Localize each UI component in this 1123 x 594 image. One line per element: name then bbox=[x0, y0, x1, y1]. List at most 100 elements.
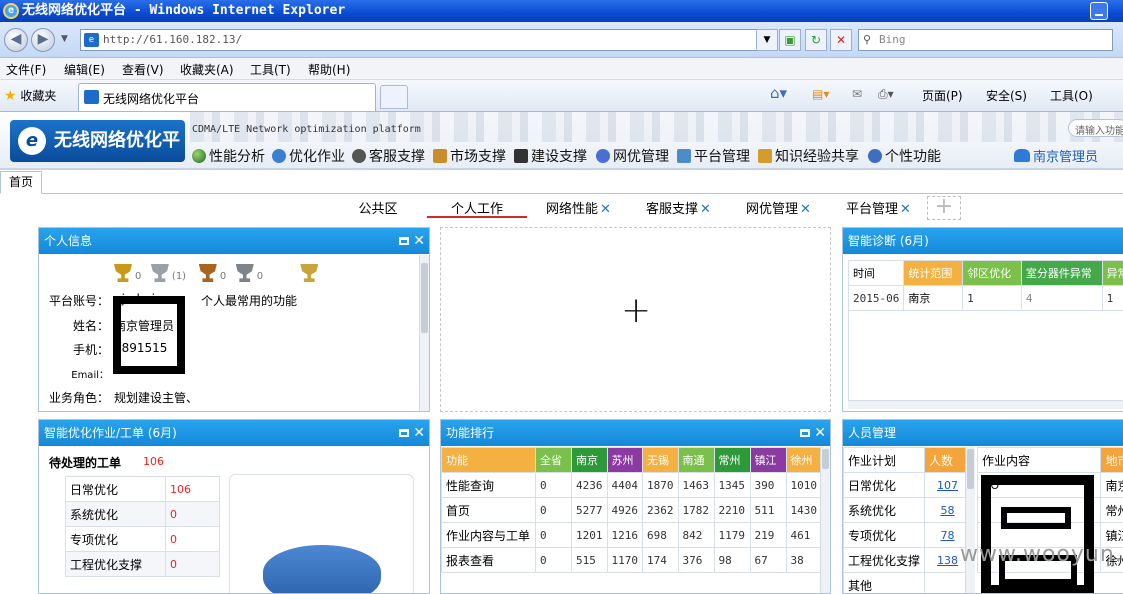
table-row: 日常优化107 bbox=[844, 473, 971, 498]
page-tab-strip: 首页 bbox=[0, 170, 1123, 194]
silver-trophy-icon bbox=[151, 264, 169, 282]
function-search-input[interactable]: 请输入功能 bbox=[1068, 119, 1123, 137]
tab-network-mgmt[interactable]: 网优管理✕ bbox=[746, 198, 810, 218]
minimize-button[interactable] bbox=[1090, 2, 1108, 20]
menu-help[interactable]: 帮助(H) bbox=[308, 61, 350, 78]
pending-label: 待处理的工单 bbox=[49, 454, 121, 471]
menu-file[interactable]: 文件(F) bbox=[6, 61, 46, 78]
maximize-icon[interactable] bbox=[399, 237, 409, 245]
column-header: 时间 bbox=[849, 261, 904, 286]
favorite-features-label: 个人最常用的功能 bbox=[201, 292, 297, 309]
staff-plan-table: 作业计划 人数 日常优化107 系统优化58 专项优化78 工程优化支撑138 … bbox=[843, 447, 971, 594]
close-icon[interactable]: ✕ bbox=[700, 202, 711, 217]
maximize-icon[interactable] bbox=[800, 429, 810, 437]
tab-platform-mgmt[interactable]: 平台管理✕ bbox=[846, 198, 910, 218]
table-header-row: 作业内容 地市 bbox=[978, 448, 1123, 473]
panel-header: 智能优化作业/工单 (6月) ✕ bbox=[39, 420, 429, 446]
browser-tab[interactable]: 无线网络优化平台 bbox=[78, 83, 376, 111]
menu-tools[interactable]: 工具(T) bbox=[250, 61, 291, 78]
home-icon[interactable]: ⌂▾ bbox=[770, 84, 787, 102]
rss-icon[interactable]: ▤▾ bbox=[812, 87, 829, 101]
current-user[interactable]: 南京管理员 bbox=[1014, 146, 1098, 165]
menu-view[interactable]: 查看(V) bbox=[122, 61, 164, 78]
table-row: 工程优化支撑0 bbox=[66, 552, 220, 577]
tab-public[interactable]: 公共区 bbox=[358, 198, 398, 218]
tools-menu[interactable]: 工具(O) bbox=[1050, 87, 1093, 104]
panel-header: 个人信息 ✕ bbox=[39, 228, 429, 254]
maximize-icon[interactable] bbox=[399, 429, 409, 437]
nav-personal[interactable]: 个性功能 bbox=[868, 146, 941, 166]
nav-market[interactable]: 市场支撑 bbox=[433, 146, 506, 166]
close-icon[interactable]: ✕ bbox=[413, 233, 425, 249]
search-input[interactable]: ⚲ Bing bbox=[858, 29, 1113, 51]
close-icon[interactable]: ✕ bbox=[600, 202, 611, 217]
column-header: 邻区优化 bbox=[963, 261, 1022, 286]
compat-view-icon[interactable]: ▣ bbox=[779, 29, 801, 51]
pie-chart-disc bbox=[263, 545, 381, 594]
network-icon bbox=[596, 149, 610, 163]
close-icon[interactable]: ✕ bbox=[800, 202, 811, 217]
refresh-icon[interactable]: ↻ bbox=[805, 29, 827, 51]
trophy-row: 0 (1) 0 0 bbox=[114, 264, 321, 282]
user-rank-icon bbox=[300, 264, 318, 282]
site-favicon-icon: e bbox=[84, 33, 99, 47]
nav-performance[interactable]: 性能分析 bbox=[192, 146, 265, 166]
table-row: 首页 0 5277 4926 2362 1782 2210 511 1430 bbox=[442, 498, 823, 523]
url-dropdown-icon[interactable]: ▼ bbox=[756, 29, 778, 51]
history-dropdown-icon[interactable]: ▼ bbox=[61, 34, 68, 44]
print-icon[interactable]: ⎙▾ bbox=[878, 87, 894, 102]
nav-network-mgmt[interactable]: 网优管理 bbox=[596, 146, 669, 166]
menu-edit[interactable]: 编辑(E) bbox=[64, 61, 105, 78]
vertical-scrollbar[interactable] bbox=[820, 447, 830, 593]
mail-icon[interactable]: ✉ bbox=[852, 87, 862, 101]
table-row: 其他 bbox=[844, 573, 971, 594]
favorites-button[interactable]: ★ 收藏夹 bbox=[4, 87, 56, 104]
add-widget-panel[interactable]: + bbox=[440, 227, 831, 412]
horizontal-scrollbar[interactable] bbox=[848, 400, 1123, 409]
window-title: 无线网络优化平台 - Windows Internet Explorer bbox=[22, 3, 345, 18]
label-email: Email： bbox=[39, 366, 109, 381]
logo-text: 无线网络优化平台 bbox=[54, 130, 180, 170]
safety-menu[interactable]: 安全(S) bbox=[986, 87, 1027, 104]
url-input[interactable]: e http://61.160.182.13/ bbox=[80, 29, 770, 51]
menu-favorites[interactable]: 收藏夹(A) bbox=[180, 61, 234, 78]
panel-header: 智能诊断 (6月) bbox=[843, 228, 1123, 254]
nav-optimization[interactable]: 优化作业 bbox=[272, 146, 345, 166]
vertical-scrollbar[interactable] bbox=[419, 255, 429, 411]
vertical-scrollbar[interactable] bbox=[965, 447, 975, 593]
close-icon[interactable]: ✕ bbox=[814, 425, 826, 441]
table-row: 性能查询 0 4236 4404 1870 1463 1345 390 1010 bbox=[442, 473, 823, 498]
pending-count[interactable]: 106 bbox=[143, 455, 164, 468]
users-icon bbox=[1014, 149, 1030, 162]
table-row: 系统优化58 bbox=[844, 498, 971, 523]
tab-network-performance[interactable]: 网络性能✕ bbox=[546, 198, 610, 218]
tab-home[interactable]: 首页 bbox=[0, 171, 42, 194]
column-header: 异常 bbox=[1102, 261, 1123, 286]
add-tab-button[interactable]: + bbox=[927, 196, 961, 220]
forward-button[interactable]: ▶ bbox=[31, 28, 55, 52]
page-menu[interactable]: 页面(P) bbox=[922, 87, 963, 104]
globe-icon bbox=[192, 149, 206, 163]
favorites-bar: ★ 收藏夹 无线网络优化平台 ⌂▾ ▤▾ ✉ ⎙▾ 页面(P) 安全(S) 工具… bbox=[0, 80, 1123, 112]
close-icon[interactable]: ✕ bbox=[900, 202, 911, 217]
back-button[interactable]: ◀ bbox=[4, 28, 28, 52]
favorites-label: 收藏夹 bbox=[20, 89, 56, 103]
tab-personal-work[interactable]: 个人工作 bbox=[427, 198, 527, 218]
plus-icon: + bbox=[621, 290, 651, 331]
redaction-box bbox=[981, 475, 1094, 594]
nav-knowledge[interactable]: 知识经验共享 bbox=[758, 146, 859, 166]
stop-icon[interactable]: ✕ bbox=[830, 29, 852, 51]
new-tab-button[interactable] bbox=[380, 85, 408, 109]
address-bar: ◀ ▶ ▼ e http://61.160.182.13/ ▼ ▣ ↻ ✕ ⚲ … bbox=[0, 22, 1123, 58]
panel-header: 功能排行 ✕ bbox=[441, 420, 830, 446]
close-icon[interactable]: ✕ bbox=[413, 425, 425, 441]
tab-customer-service[interactable]: 客服支撑✕ bbox=[646, 198, 710, 218]
redaction-box bbox=[113, 296, 185, 374]
info-icon bbox=[272, 149, 286, 163]
nav-construction[interactable]: 建设支撑 bbox=[514, 146, 587, 166]
nav-customer-service[interactable]: 客服支撑 bbox=[352, 146, 425, 166]
browser-tab-title: 无线网络优化平台 bbox=[103, 92, 199, 106]
tools-icon bbox=[514, 149, 528, 163]
nav-platform-mgmt[interactable]: 平台管理 bbox=[677, 146, 750, 166]
panel-title: 智能优化作业/工单 (6月) bbox=[44, 426, 177, 440]
